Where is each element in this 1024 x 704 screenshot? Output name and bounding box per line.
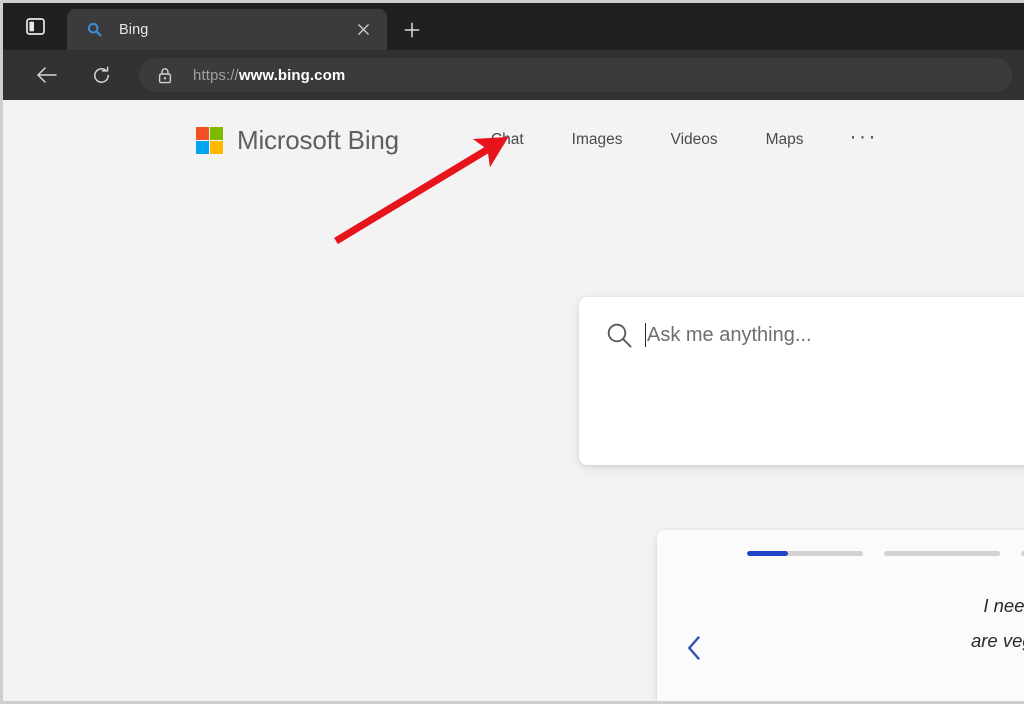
bing-logo[interactable]: Microsoft Bing [196,125,399,156]
tab-favicon-search-icon [85,21,103,39]
suggestion-card: I need to throw a dinner party are veget… [657,530,1024,701]
address-bar[interactable]: https://www.bing.com [139,58,1012,92]
microsoft-logo-icon [196,126,223,154]
back-button[interactable] [27,57,67,93]
navigation-toolbar: https://www.bing.com [3,50,1024,100]
carousel-pager [747,551,1024,556]
plus-icon [404,22,420,37]
browser-window: Bing https://www.bing.com Microsoft Bing… [0,0,1024,704]
new-tab-button[interactable] [391,9,433,50]
search-input[interactable]: Ask me anything... [645,323,1024,347]
tab-title: Bing [119,21,149,38]
chevron-left-icon [687,636,700,660]
reload-button[interactable] [81,57,121,93]
url-scheme: https:// [193,66,239,84]
sidebar-panel-icon [25,18,45,35]
search-card: Ask me anything... [579,297,1024,465]
search-placeholder: Ask me anything... [647,323,812,346]
nav-item-maps[interactable]: Maps [766,125,804,155]
arrow-left-icon [37,67,57,83]
suggestion-quote: I need to throw a dinner party are veget… [727,588,1024,693]
url-text: https://www.bing.com [193,67,345,84]
suggestion-quote-line-1: I need to throw a dinner party [983,595,1024,616]
bing-wordmark: Microsoft Bing [237,124,399,155]
bing-header: Microsoft Bing Chat Images Videos Maps ·… [3,112,1024,168]
browser-tab-bing[interactable]: Bing [67,9,387,50]
pager-bar-1-fill [747,551,788,556]
close-icon [357,24,369,35]
nav-item-images[interactable]: Images [572,125,623,155]
lock-icon [155,65,175,85]
pager-bar-1[interactable] [747,551,863,556]
pager-bar-2[interactable] [884,551,1000,556]
tab-strip: Bing [3,3,1024,50]
suggestion-quote-line-2: are vegetarian. Can you sugge [970,630,1024,651]
nav-item-videos[interactable]: Videos [671,125,718,155]
text-cursor [645,323,646,347]
tab-close-button[interactable] [349,16,377,44]
nav-item-chat[interactable]: Chat [491,125,524,155]
nav-more-button[interactable]: ··· [850,126,878,150]
page-viewport: Microsoft Bing Chat Images Videos Maps ·… [3,100,1024,701]
sidebar-toggle-button[interactable] [3,3,67,50]
carousel-prev-button[interactable] [679,633,709,663]
bing-nav: Chat Images Videos Maps ··· [491,125,878,155]
url-host: www.bing.com [238,66,346,84]
refresh-icon [93,66,109,83]
browser-chrome: Bing https://www.bing.com [3,3,1024,100]
search-row: Ask me anything... [579,297,1024,349]
search-icon [605,321,633,349]
suggestion-quote-line-3: with a chocolate a [727,658,1024,693]
